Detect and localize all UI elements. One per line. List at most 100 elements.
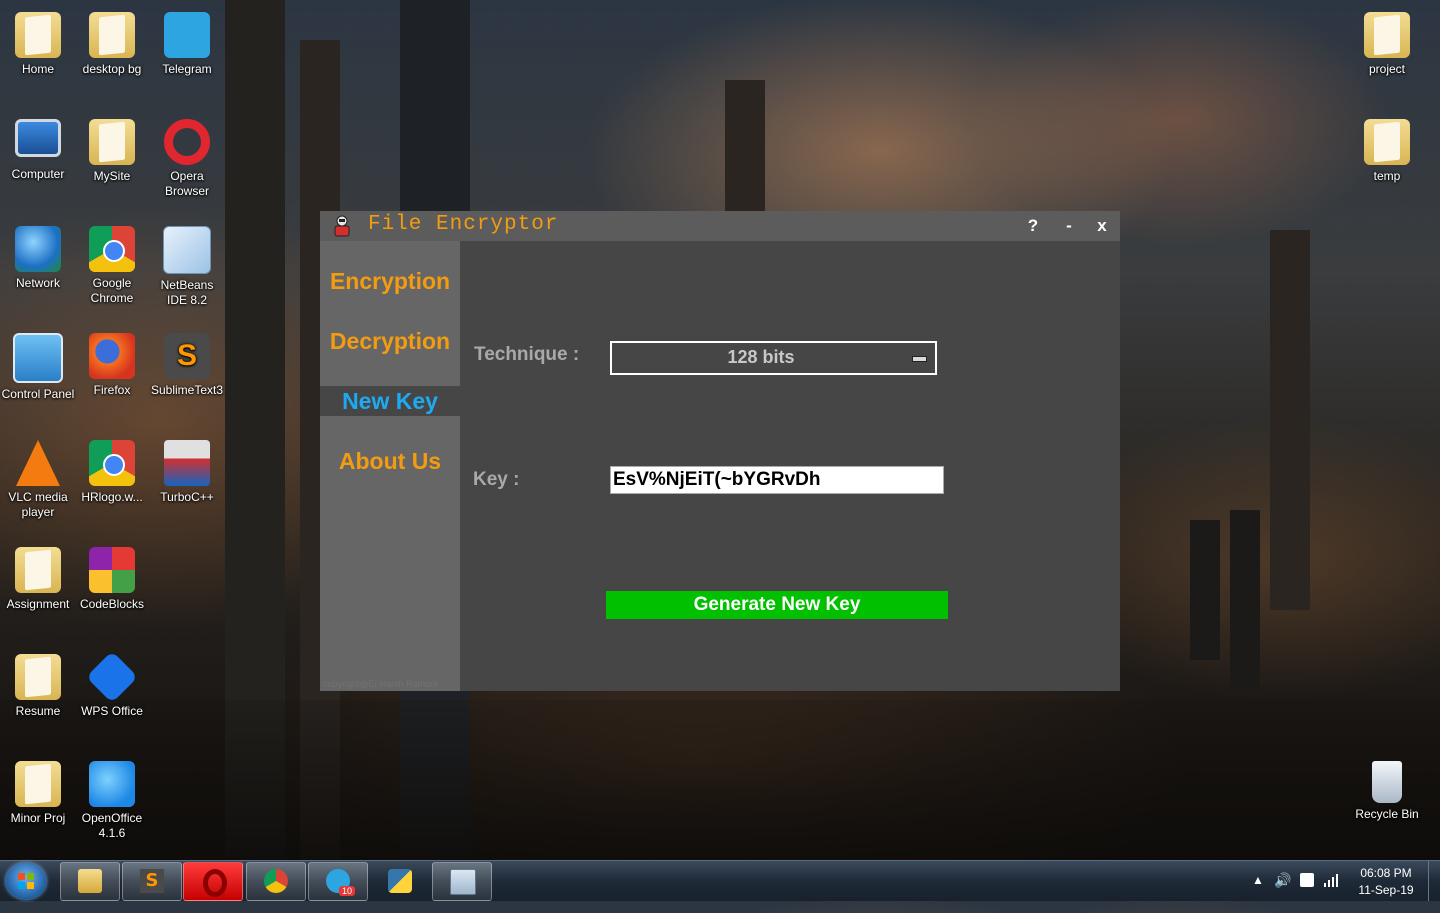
desktop-icon-desktop-bg[interactable]: desktop bg bbox=[74, 6, 150, 77]
desktop-icon-turboc[interactable]: TurboC++ bbox=[149, 434, 225, 505]
desktop-icon-wps-office[interactable]: WPS Office bbox=[74, 648, 150, 719]
network-icon bbox=[15, 226, 61, 272]
desktop-icon-label: VLC media player bbox=[8, 490, 68, 519]
desktop-icon-label: project bbox=[1368, 62, 1406, 76]
start-button[interactable] bbox=[6, 863, 46, 899]
key-field[interactable]: EsV%NjEiT(~bYGRvDh bbox=[610, 466, 944, 494]
minimize-button[interactable]: - bbox=[1057, 215, 1081, 237]
desktop-icon-label: Network bbox=[15, 276, 60, 290]
system-clock[interactable]: 06:08 PM 11-Sep-19 bbox=[1352, 865, 1420, 899]
desktop-icon-label: TurboC++ bbox=[160, 490, 214, 504]
desktop-icon-minor-proj[interactable]: Minor Proj bbox=[0, 755, 76, 826]
technique-select[interactable]: 128 bits bbox=[610, 341, 937, 375]
chrome-icon bbox=[264, 869, 288, 893]
sublime-icon: S bbox=[140, 869, 164, 893]
file-encryptor-window: File Encryptor ? - x Encryption Decrypti… bbox=[320, 211, 1120, 691]
folder-icon bbox=[1364, 12, 1410, 58]
desktop-icon-assignment[interactable]: Assignment bbox=[0, 541, 76, 612]
action-center-icon[interactable] bbox=[1300, 873, 1314, 887]
desktop-icon-telegram[interactable]: Telegram bbox=[149, 6, 225, 77]
windows-logo-icon bbox=[18, 873, 34, 889]
desktop-icon-opera[interactable]: Opera Browser bbox=[149, 113, 225, 199]
sidebar: Encryption Decryption New Key About Us c… bbox=[320, 241, 460, 691]
opera-icon bbox=[164, 119, 210, 165]
window-title: File Encryptor bbox=[368, 213, 559, 236]
taskbar-chrome[interactable] bbox=[246, 862, 306, 901]
taskbar-sublime[interactable]: S bbox=[122, 862, 182, 901]
desktop-icon-label: desktop bg bbox=[82, 62, 142, 76]
desktop-icon-label: Opera Browser bbox=[164, 169, 209, 198]
help-button[interactable]: ? bbox=[1021, 215, 1045, 237]
desktop-icon-label: Recycle Bin bbox=[1355, 807, 1419, 821]
show-hidden-icons-icon[interactable]: ▲ bbox=[1252, 873, 1264, 913]
folder-icon bbox=[89, 12, 135, 58]
desktop-icon-label: CodeBlocks bbox=[79, 597, 145, 611]
user-folder-icon bbox=[15, 12, 61, 58]
desktop-icon-label: Google Chrome bbox=[90, 276, 134, 305]
nav-encryption[interactable]: Encryption bbox=[320, 266, 460, 296]
generate-new-key-button[interactable]: Generate New Key bbox=[606, 591, 948, 619]
copyright-text: copyright@Er.Harsh Rathore bbox=[323, 679, 439, 689]
desktop-icon-project[interactable]: project bbox=[1349, 6, 1425, 77]
volume-icon[interactable]: 🔊 bbox=[1274, 872, 1291, 912]
desktop-icon-vlc[interactable]: VLC media player bbox=[0, 434, 76, 520]
nav-about-us[interactable]: About Us bbox=[320, 446, 460, 476]
hacker-logo-icon bbox=[334, 215, 350, 237]
taskbar-opera[interactable] bbox=[183, 862, 243, 901]
desktop-icon-label: Minor Proj bbox=[10, 811, 66, 825]
taskbar-explorer[interactable] bbox=[60, 862, 120, 901]
clock-date: 11-Sep-19 bbox=[1358, 883, 1414, 897]
desktop-icon-openoffice[interactable]: OpenOffice 4.1.6 bbox=[74, 755, 150, 841]
title-bar[interactable]: File Encryptor ? - x bbox=[320, 211, 1120, 241]
folder-icon bbox=[89, 119, 135, 165]
desktop-icon-label: Home bbox=[21, 62, 54, 76]
taskbar: S 10 ▲ 🔊 06:08 PM 11-Sep-19 bbox=[0, 860, 1440, 901]
desktop-icon-computer[interactable]: Computer bbox=[0, 113, 76, 182]
turboc-icon bbox=[164, 440, 210, 486]
desktop-icon-firefox[interactable]: Firefox bbox=[74, 327, 150, 398]
folder-icon bbox=[1364, 119, 1410, 165]
desktop-icon-network[interactable]: Network bbox=[0, 220, 76, 291]
desktop-icon-label: temp bbox=[1373, 169, 1401, 183]
desktop-icon-home[interactable]: Home bbox=[0, 6, 76, 77]
desktop-icon-label: WPS Office bbox=[81, 704, 143, 718]
desktop-icon-label: NetBeans IDE 8.2 bbox=[160, 278, 214, 307]
desktop-icon-google-chrome[interactable]: Google Chrome bbox=[74, 220, 150, 306]
show-desktop-button[interactable] bbox=[1428, 861, 1440, 901]
firefox-icon bbox=[89, 333, 135, 379]
telegram-badge: 10 bbox=[339, 886, 356, 896]
calculator-icon bbox=[450, 869, 476, 895]
desktop-icon-mysite[interactable]: MySite bbox=[74, 113, 150, 184]
chrome-icon bbox=[89, 226, 135, 272]
folder-icon bbox=[15, 654, 61, 700]
desktop-icon-control-panel[interactable]: Control Panel bbox=[0, 327, 76, 402]
desktop-icon-label: Control Panel bbox=[1, 387, 75, 401]
chrome-icon bbox=[89, 440, 135, 486]
desktop-icon-temp[interactable]: temp bbox=[1349, 113, 1425, 184]
desktop-icon-label: OpenOffice 4.1.6 bbox=[81, 811, 143, 840]
desktop-icon-hrlogo[interactable]: HRlogo.w... bbox=[74, 434, 150, 505]
folder-icon bbox=[15, 547, 61, 593]
desktop-icon-codeblocks[interactable]: CodeBlocks bbox=[74, 541, 150, 612]
technique-label: Technique : bbox=[474, 344, 580, 365]
telegram-icon bbox=[164, 12, 210, 58]
desktop-icon-sublime[interactable]: S SublimeText3 bbox=[149, 327, 225, 398]
desktop-icon-netbeans[interactable]: NetBeans IDE 8.2 bbox=[149, 220, 225, 308]
desktop-icon-label: Assignment bbox=[6, 597, 70, 611]
nav-decryption[interactable]: Decryption bbox=[320, 326, 460, 356]
desktop-icon-label: HRlogo.w... bbox=[81, 490, 143, 504]
nav-new-key[interactable]: New Key bbox=[320, 386, 460, 416]
network-signal-icon[interactable] bbox=[1324, 873, 1340, 913]
taskbar-calculator[interactable] bbox=[432, 862, 492, 901]
desktop-icon-recycle-bin[interactable]: Recycle Bin bbox=[1349, 755, 1425, 822]
desktop-icon-label: Telegram bbox=[162, 62, 212, 76]
close-button[interactable]: x bbox=[1090, 215, 1114, 237]
taskbar-python[interactable] bbox=[370, 862, 430, 901]
codeblocks-icon bbox=[89, 547, 135, 593]
computer-icon bbox=[15, 119, 61, 157]
folder-icon bbox=[15, 761, 61, 807]
desktop-icon-resume[interactable]: Resume bbox=[0, 648, 76, 719]
python-icon bbox=[388, 869, 412, 893]
taskbar-telegram[interactable]: 10 bbox=[308, 862, 368, 901]
clock-time: 06:08 PM bbox=[1360, 866, 1412, 880]
